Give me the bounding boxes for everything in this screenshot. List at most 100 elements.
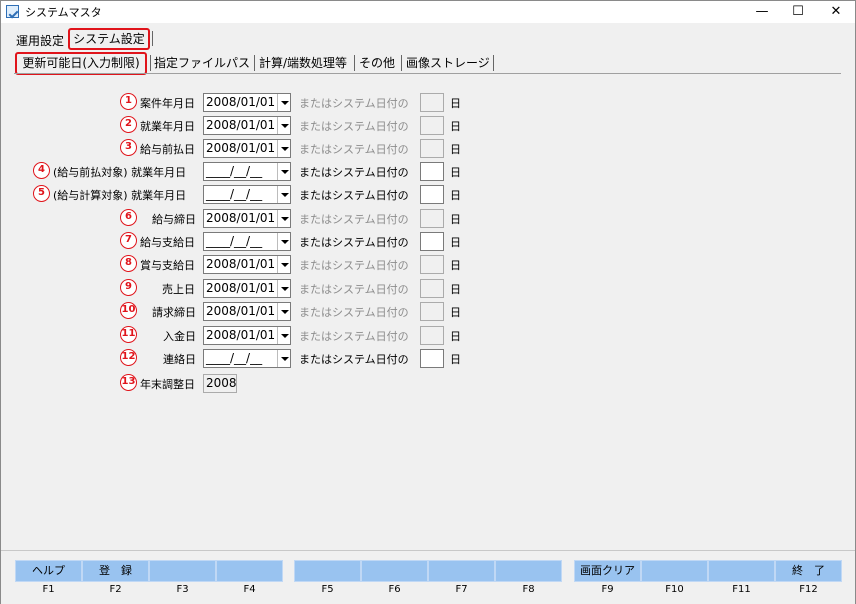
- f2-register-button[interactable]: 登 録: [82, 560, 149, 582]
- f4-key-label: F4: [243, 584, 256, 595]
- system-date-label: またはシステム日付の: [299, 330, 409, 343]
- dropdown-arrow-icon[interactable]: [277, 327, 290, 344]
- f9-clear-button[interactable]: 画面クリア: [574, 560, 641, 582]
- date-field[interactable]: 2008/01/01: [203, 139, 291, 158]
- system-day-field[interactable]: [420, 232, 444, 251]
- setting-row: 13 年末調整日 2008: [1, 374, 856, 394]
- subtab-calculation[interactable]: 計算/端数処理等: [259, 55, 347, 72]
- system-day-field[interactable]: [420, 185, 444, 204]
- subtab-separator: [354, 55, 355, 71]
- setting-row: 8 賞与支給日 2008/01/01 またはシステム日付の 日: [1, 255, 856, 275]
- dropdown-arrow-icon[interactable]: [277, 350, 290, 367]
- day-unit: 日: [450, 236, 461, 249]
- row-label: 入金日: [163, 330, 196, 343]
- subtab-separator: [254, 55, 255, 71]
- f8-key-label: F8: [522, 584, 535, 595]
- system-day-field[interactable]: [420, 302, 444, 321]
- row-label: 賞与支給日: [140, 259, 195, 272]
- dropdown-arrow-icon[interactable]: [277, 256, 290, 273]
- row-label: 給与締日: [152, 213, 196, 226]
- subtab-other[interactable]: その他: [359, 55, 395, 72]
- f12-exit-button[interactable]: 終 了: [775, 560, 842, 582]
- system-day-field[interactable]: [420, 255, 444, 274]
- subtab-image-storage[interactable]: 画像ストレージ: [406, 55, 490, 72]
- dropdown-arrow-icon[interactable]: [277, 210, 290, 227]
- date-field[interactable]: 2008/01/01: [203, 93, 291, 112]
- date-field[interactable]: 2008/01/01: [203, 116, 291, 135]
- f8-button[interactable]: [495, 560, 562, 582]
- date-field[interactable]: 2008/01/01: [203, 279, 291, 298]
- date-field[interactable]: ____/__/__: [203, 162, 291, 181]
- system-day-field[interactable]: [420, 349, 444, 368]
- f3-button[interactable]: [149, 560, 216, 582]
- date-field[interactable]: 2008/01/01: [203, 255, 291, 274]
- dropdown-arrow-icon[interactable]: [277, 186, 290, 203]
- system-day-field[interactable]: [420, 116, 444, 135]
- day-unit: 日: [450, 143, 461, 156]
- row-number-badge: 8: [120, 255, 137, 272]
- setting-row: 7 給与支給日 ____/__/__ またはシステム日付の 日: [1, 232, 856, 252]
- setting-row: 6 給与締日 2008/01/01 またはシステム日付の 日: [1, 209, 856, 229]
- minimize-button[interactable]: —: [742, 1, 782, 23]
- title-bar: システムマスタ — ☐ ✕: [1, 1, 855, 23]
- dropdown-arrow-icon[interactable]: [277, 140, 290, 157]
- dropdown-arrow-icon[interactable]: [277, 280, 290, 297]
- date-field[interactable]: ____/__/__: [203, 232, 291, 251]
- dropdown-arrow-icon[interactable]: [277, 303, 290, 320]
- f11-key-label: F11: [732, 584, 751, 595]
- f5-button[interactable]: [294, 560, 361, 582]
- f7-button[interactable]: [428, 560, 495, 582]
- subtab-file-path[interactable]: 指定ファイルパス: [154, 55, 250, 72]
- app-icon: [6, 5, 19, 18]
- system-day-field[interactable]: [420, 326, 444, 345]
- f10-button[interactable]: [641, 560, 708, 582]
- date-field[interactable]: ____/__/__: [203, 349, 291, 368]
- subtab-update-limit[interactable]: 更新可能日(入力制限): [15, 52, 147, 75]
- day-unit: 日: [450, 283, 461, 296]
- f12-key-label: F12: [799, 584, 818, 595]
- f10-key-label: F10: [665, 584, 684, 595]
- f6-button[interactable]: [361, 560, 428, 582]
- f4-button[interactable]: [216, 560, 283, 582]
- f5-key-label: F5: [321, 584, 334, 595]
- tab-operation-settings[interactable]: 運用設定: [13, 32, 67, 49]
- tab-system-settings[interactable]: システム設定: [68, 28, 150, 50]
- system-date-label: またはシステム日付の: [299, 189, 409, 202]
- setting-row: 11 入金日 2008/01/01 またはシステム日付の 日: [1, 326, 856, 346]
- dropdown-arrow-icon[interactable]: [277, 94, 290, 111]
- row-label: (給与前払対象) 就業年月日: [53, 166, 187, 179]
- system-day-field[interactable]: [420, 162, 444, 181]
- system-day-field[interactable]: [420, 93, 444, 112]
- dropdown-arrow-icon[interactable]: [277, 163, 290, 180]
- row-label: (給与計算対象) 就業年月日: [53, 189, 187, 202]
- row-number-badge: 4: [33, 162, 50, 179]
- system-day-field[interactable]: [420, 209, 444, 228]
- row-number-badge: 10: [120, 302, 137, 319]
- system-day-field[interactable]: [420, 139, 444, 158]
- dropdown-arrow-icon[interactable]: [277, 233, 290, 250]
- system-date-label: またはシステム日付の: [299, 120, 409, 133]
- f9-key-label: F9: [601, 584, 614, 595]
- f6-key-label: F6: [388, 584, 401, 595]
- date-field[interactable]: 2008/01/01: [203, 326, 291, 345]
- row-number-badge: 5: [33, 185, 50, 202]
- date-value: 2008/01/01: [206, 141, 276, 155]
- f1-help-button[interactable]: ヘルプ: [15, 560, 82, 582]
- f7-key-label: F7: [455, 584, 468, 595]
- row-number-badge: 7: [120, 232, 137, 249]
- row-label: 給与支給日: [140, 236, 195, 249]
- window-title: システムマスタ: [25, 6, 102, 19]
- date-value: ____/__/__: [206, 351, 263, 365]
- date-field[interactable]: 2008/01/01: [203, 209, 291, 228]
- dropdown-arrow-icon[interactable]: [277, 117, 290, 134]
- date-field[interactable]: ____/__/__: [203, 185, 291, 204]
- f3-key-label: F3: [176, 584, 189, 595]
- system-day-field[interactable]: [420, 279, 444, 298]
- year-field[interactable]: 2008: [203, 374, 237, 393]
- date-field[interactable]: 2008/01/01: [203, 302, 291, 321]
- row-label: 連絡日: [163, 353, 196, 366]
- day-unit: 日: [450, 166, 461, 179]
- maximize-button[interactable]: ☐: [778, 1, 818, 23]
- close-button[interactable]: ✕: [816, 1, 856, 23]
- f11-button[interactable]: [708, 560, 775, 582]
